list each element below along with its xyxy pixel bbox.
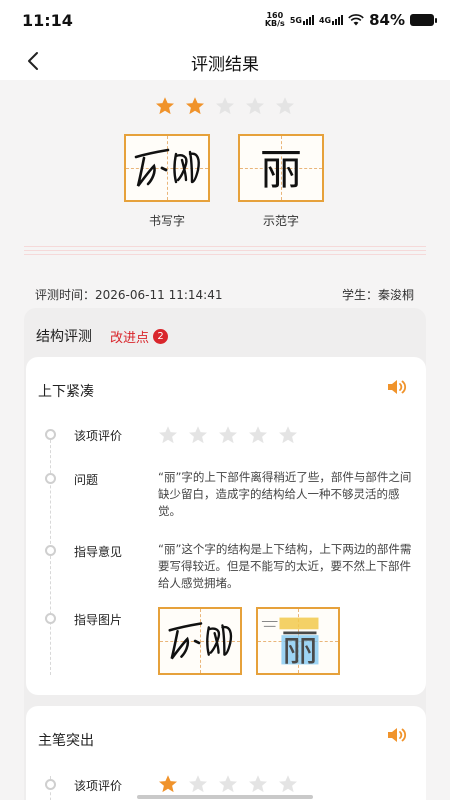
timeline-dot xyxy=(45,779,56,790)
star-empty-icon xyxy=(189,775,207,793)
advice-label: 指导意见 xyxy=(74,545,123,559)
item-rating xyxy=(158,425,298,445)
meta-row: 评测时间：2026-06-11 11:14:41 学生：秦浚桐 xyxy=(35,286,414,303)
timeline-dot xyxy=(45,613,56,624)
star-empty-icon xyxy=(219,775,237,793)
star-empty-icon xyxy=(219,426,237,444)
card-title: 上下紧凑 xyxy=(38,384,94,400)
handwriting-image xyxy=(134,148,200,187)
page-title: 评测结果 xyxy=(191,55,259,75)
star-filled-icon xyxy=(156,97,174,115)
timeline-dot xyxy=(45,473,56,484)
guide-model-char-glyph: 丽 xyxy=(281,627,318,670)
evaluation-time: 评测时间：2026-06-11 11:14:41 xyxy=(35,288,223,302)
timeline-dot xyxy=(45,429,56,440)
timeline-dot xyxy=(45,545,56,556)
written-char-image xyxy=(124,134,210,202)
student-name: 学生：秦浚桐 xyxy=(341,288,414,302)
problem-label: 问题 xyxy=(74,473,99,487)
battery-percent: 84% xyxy=(369,11,405,29)
rating-label: 该项评价 xyxy=(74,779,123,793)
written-char-label: 书写字 xyxy=(148,214,185,228)
nav-bar: 评测结果 xyxy=(0,42,450,80)
net-speed: 160 KB/s xyxy=(264,11,285,28)
star-empty-icon xyxy=(276,97,294,115)
status-bar: 11:14 160 KB/s 5G 4G 84% xyxy=(0,0,450,42)
home-indicator[interactable] xyxy=(137,795,313,799)
card-title: 主笔突出 xyxy=(38,733,94,749)
signal-5g-icon: 5G xyxy=(290,15,314,25)
guide-image-written[interactable] xyxy=(158,607,242,675)
improvement-points-tab[interactable]: 改进点 2 xyxy=(110,327,169,346)
item-rating xyxy=(158,774,298,794)
evaluation-card: 上下紧凑 该项评价 问题 “丽”字的上下部件离得稍近了些，部件与部件之间缺少留白… xyxy=(26,357,426,695)
star-empty-icon xyxy=(249,775,267,793)
status-time: 11:14 xyxy=(22,11,73,30)
speaker-icon[interactable] xyxy=(386,378,408,396)
improvement-count-badge: 2 xyxy=(153,328,169,344)
model-char-image: 丽 xyxy=(238,134,324,202)
battery-icon xyxy=(410,14,437,26)
star-empty-icon xyxy=(189,426,207,444)
problem-text: “丽”字的上下部件离得稍近了些，部件与部件之间缺少留白，造成字的结构给人一种不够… xyxy=(158,470,412,518)
star-empty-icon xyxy=(279,426,297,444)
star-empty-icon xyxy=(279,775,297,793)
decorative-divider xyxy=(24,246,426,264)
guide-image-annotated[interactable]: 丽 xyxy=(256,607,340,675)
guide-image-label: 指导图片 xyxy=(74,613,123,627)
star-empty-icon xyxy=(249,426,267,444)
overall-rating xyxy=(155,96,295,116)
evaluation-card: 主笔突出 该项评价 xyxy=(26,706,426,800)
model-char-glyph: 丽 xyxy=(260,145,302,194)
star-empty-icon xyxy=(216,97,234,115)
star-filled-icon xyxy=(159,775,177,793)
advice-text: “丽”这个字的结构是上下结构，上下两边的部件需要写得较近。但是不能写的太近，要不… xyxy=(158,542,412,590)
model-char-label: 示范字 xyxy=(262,214,299,228)
speaker-icon[interactable] xyxy=(386,726,408,744)
signal-4g-icon: 4G xyxy=(319,15,344,25)
star-empty-icon xyxy=(159,426,177,444)
star-empty-icon xyxy=(246,97,264,115)
star-filled-icon xyxy=(186,97,204,115)
panel-title: 结构评测 xyxy=(36,329,92,345)
wifi-icon xyxy=(348,14,364,26)
status-icons: 160 KB/s 5G 4G 84% xyxy=(264,11,437,29)
panel-header: 结构评测 改进点 2 xyxy=(36,326,169,346)
rating-label: 该项评价 xyxy=(74,429,123,443)
